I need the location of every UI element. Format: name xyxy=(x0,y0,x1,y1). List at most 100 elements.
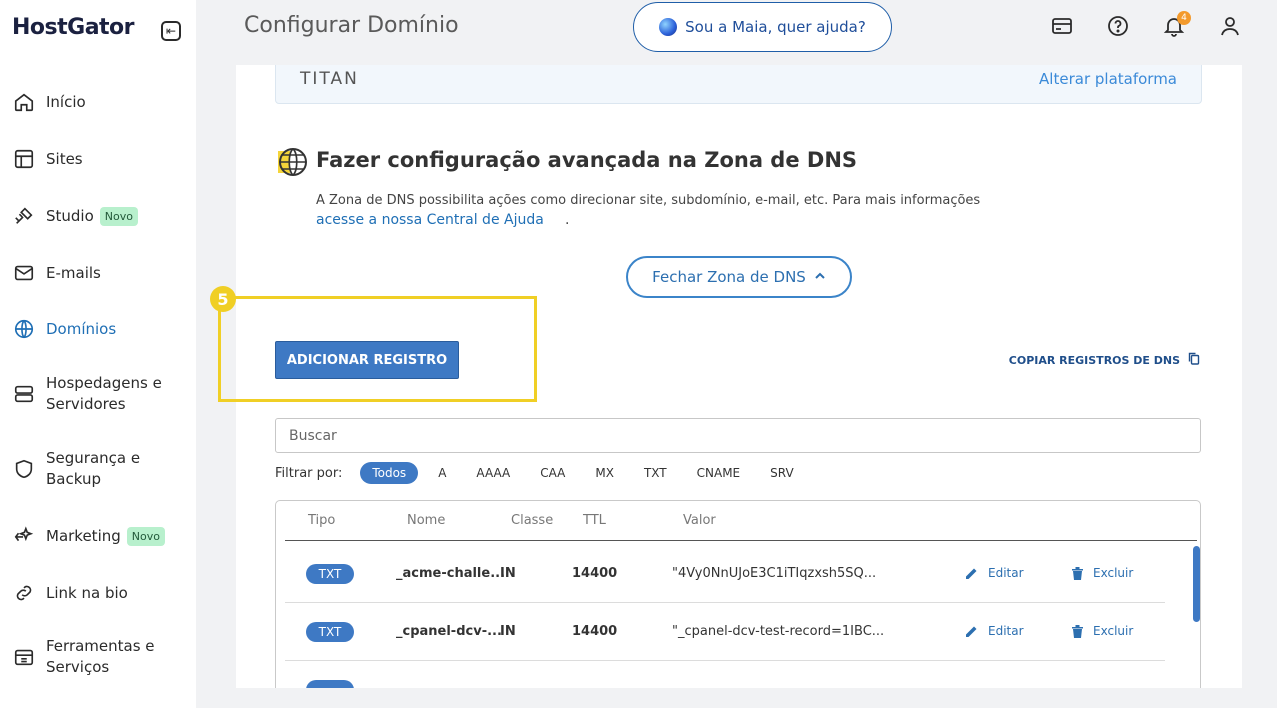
dns-records-table: Tipo Nome Classe TTL Valor TXT _acme-cha… xyxy=(275,500,1201,688)
server-icon xyxy=(12,382,36,406)
record-value: "4Vy0NnUJoE3C1iTIqzxsh5SQ... xyxy=(672,566,877,581)
sidebar-item-label: Ferramentas e Serviços xyxy=(46,637,155,676)
record-name: _acme-challe... xyxy=(396,566,506,581)
add-record-button[interactable]: ADICIONAR REGISTRO xyxy=(275,341,459,379)
close-dns-zone-label: Fechar Zona de DNS xyxy=(652,268,806,286)
step-number-badge: 5 xyxy=(210,286,236,312)
search-input[interactable] xyxy=(275,418,1201,453)
record-type-badge: TXT xyxy=(306,564,354,584)
filter-chip-mx[interactable]: MX xyxy=(595,466,614,480)
user-profile-icon[interactable] xyxy=(1217,13,1243,39)
pencil-icon xyxy=(966,626,977,637)
filter-chip-srv[interactable]: SRV xyxy=(770,466,794,480)
trash-icon xyxy=(1072,566,1083,580)
copy-dns-records-button[interactable]: COPIAR REGISTROS DE DNS xyxy=(1009,352,1200,368)
sidebar-item-sites[interactable]: Sites xyxy=(12,147,190,171)
copy-dns-records-label: COPIAR REGISTROS DE DNS xyxy=(1008,353,1180,367)
table-row xyxy=(285,661,1165,688)
collapse-sidebar-icon[interactable]: ⇤ xyxy=(161,21,181,41)
new-badge: Novo xyxy=(99,206,138,226)
sidebar-item-label: Studio xyxy=(46,206,94,225)
pencil-icon xyxy=(966,568,977,579)
sidebar-item-label: Segurança e Backup xyxy=(46,449,141,488)
column-header-classe: Classe xyxy=(511,513,554,528)
globe-icon xyxy=(276,145,308,177)
sidebar-item-emails[interactable]: E-mails xyxy=(12,261,190,285)
sidebar-item-link-na-bio[interactable]: Link na bio xyxy=(12,581,190,605)
sidebar-item-label: Hospedagens e Servidores xyxy=(46,374,162,413)
dns-description: A Zona de DNS possibilita ações como dir… xyxy=(316,193,981,208)
help-suffix: . xyxy=(565,212,570,228)
filter-row: Filtrar por: Todos A AAAA CAA MX TXT CNA… xyxy=(275,462,824,484)
filter-chip-todos[interactable]: Todos xyxy=(360,462,419,484)
record-ttl: 14400 xyxy=(572,624,618,639)
main-panel: TITAN Alterar plataforma Fazer configura… xyxy=(236,65,1242,688)
sidebar: HostGator ⇤ Início Sites Studio Novo E-m… xyxy=(0,0,196,708)
filter-chip-cname[interactable]: CNAME xyxy=(697,466,741,480)
page-title: Configurar Domínio xyxy=(244,13,459,38)
sidebar-item-inicio[interactable]: Início xyxy=(12,90,190,114)
home-icon xyxy=(12,90,36,114)
change-platform-link[interactable]: Alterar plataforma xyxy=(1039,70,1177,88)
edit-label: Editar xyxy=(988,566,1024,580)
edit-record-button[interactable]: Editar xyxy=(965,566,1024,580)
sidebar-item-hospedagens[interactable]: Hospedagens e Servidores xyxy=(12,373,190,415)
sidebar-item-ferramentas[interactable]: Ferramentas e Serviços xyxy=(12,636,190,678)
filter-chip-caa[interactable]: CAA xyxy=(540,466,565,480)
link-icon xyxy=(12,581,36,605)
dns-section-title: Fazer configuração avançada na Zona de D… xyxy=(316,148,858,172)
shield-icon xyxy=(12,457,36,481)
billing-card-icon[interactable] xyxy=(1049,13,1075,39)
table-header: Tipo Nome Classe TTL Valor xyxy=(276,501,1200,541)
record-type-badge: TXT xyxy=(306,622,354,642)
sidebar-item-label: Início xyxy=(46,92,86,111)
titan-logo: TITAN xyxy=(300,69,359,89)
new-badge: Novo xyxy=(126,526,165,546)
filter-chip-txt[interactable]: TXT xyxy=(644,466,667,480)
sidebar-item-label: E-mails xyxy=(46,263,101,282)
notification-bell-icon[interactable]: 4 xyxy=(1161,11,1191,39)
delete-record-button[interactable]: Excluir xyxy=(1072,624,1133,638)
table-row: TXT _cpanel-dcv-... IN 14400 "_cpanel-dc… xyxy=(285,603,1165,661)
sidebar-item-seguranca[interactable]: Segurança e Backup xyxy=(12,448,190,490)
sidebar-item-label: Marketing xyxy=(46,526,121,545)
delete-record-button[interactable]: Excluir xyxy=(1072,566,1133,580)
copy-icon xyxy=(1188,352,1200,368)
record-type-badge xyxy=(306,680,354,688)
sidebar-item-studio[interactable]: Studio Novo xyxy=(12,204,190,228)
sidebar-item-marketing[interactable]: Marketing Novo xyxy=(12,524,190,548)
column-header-valor: Valor xyxy=(683,513,716,528)
column-header-tipo: Tipo xyxy=(308,513,336,528)
table-scrollbar[interactable] xyxy=(1193,546,1200,622)
tools-icon xyxy=(12,645,36,669)
record-value: "_cpanel-dcv-test-record=1IBC... xyxy=(672,624,885,639)
record-name: _cpanel-dcv-... xyxy=(396,624,502,639)
chevron-up-icon xyxy=(814,268,826,286)
record-class: IN xyxy=(500,624,516,639)
table-row: TXT _acme-challe... IN 14400 "4Vy0NnUJoE… xyxy=(285,545,1165,603)
marketing-icon xyxy=(12,524,36,548)
edit-record-button[interactable]: Editar xyxy=(965,624,1024,638)
maia-assistant-label: Sou a Maia, quer ajuda? xyxy=(685,18,866,36)
trash-icon xyxy=(1072,624,1083,638)
sidebar-item-dominios[interactable]: Domínios xyxy=(12,317,190,341)
delete-label: Excluir xyxy=(1093,624,1134,638)
notification-count-badge: 4 xyxy=(1177,11,1191,25)
titan-platform-card: TITAN Alterar plataforma xyxy=(275,65,1202,104)
close-dns-zone-button[interactable]: Fechar Zona de DNS xyxy=(626,256,852,298)
filter-chip-aaaa[interactable]: AAAA xyxy=(476,466,510,480)
filter-label: Filtrar por: xyxy=(275,465,343,481)
filter-chip-a[interactable]: A xyxy=(438,466,446,480)
help-center-link[interactable]: acesse a nossa Central de Ajuda xyxy=(316,212,544,228)
topbar: Configurar Domínio Sou a Maia, quer ajud… xyxy=(196,0,1277,65)
record-ttl: 14400 xyxy=(572,566,618,581)
header-divider xyxy=(285,540,1197,541)
record-class: IN xyxy=(500,566,516,581)
help-icon[interactable] xyxy=(1105,13,1131,39)
sidebar-item-label: Link na bio xyxy=(46,583,128,602)
sidebar-item-label: Domínios xyxy=(46,319,117,338)
column-header-ttl: TTL xyxy=(583,513,606,528)
sidebar-item-label: Sites xyxy=(46,149,83,168)
hostgator-logo[interactable]: HostGator xyxy=(12,15,135,40)
maia-assistant-button[interactable]: Sou a Maia, quer ajuda? xyxy=(633,2,892,52)
